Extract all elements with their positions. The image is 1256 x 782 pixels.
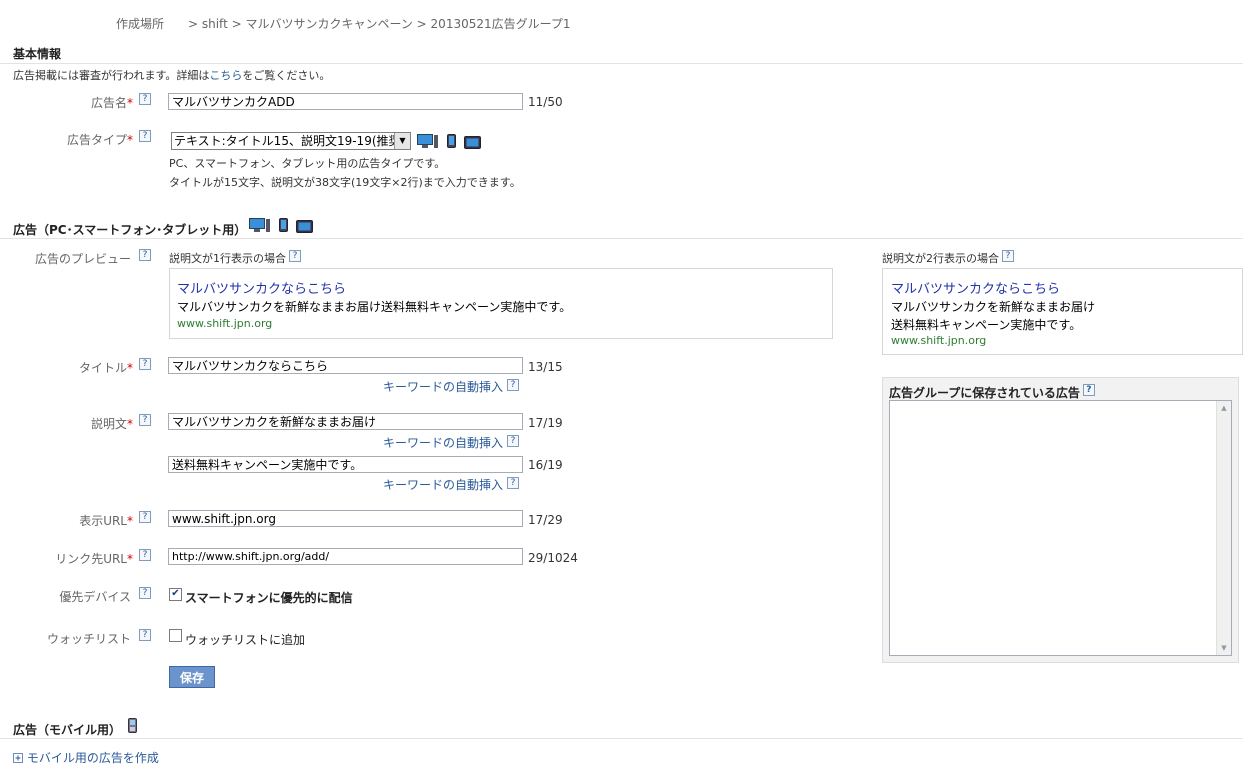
saved-ads-panel: 広告グループに保存されている広告? ▲ ▼	[882, 377, 1239, 663]
scroll-down-icon[interactable]: ▼	[1217, 641, 1231, 655]
description-line2-count: 16/19	[528, 458, 563, 472]
pc-icon	[417, 134, 438, 148]
help-icon[interactable]: ?	[139, 511, 151, 523]
basic-info-title: 基本情報	[13, 47, 62, 61]
smartphone-icon	[279, 218, 288, 232]
ad-name-input[interactable]	[168, 93, 523, 110]
expand-plus-icon[interactable]	[13, 753, 23, 763]
preview-desc-line1: マルバツサンカクを新鮮なままお届け	[891, 300, 1096, 314]
help-icon[interactable]: ?	[139, 414, 151, 426]
priority-device-label: 優先デバイス	[59, 590, 131, 604]
help-icon[interactable]: ?	[139, 358, 151, 370]
pc-icon	[249, 218, 270, 232]
keyword-insert-link[interactable]: キーワードの自動挿入	[383, 378, 503, 395]
keyword-insert-link[interactable]: キーワードの自動挿入	[383, 476, 503, 493]
two-line-preview-label: 説明文が2行表示の場合?	[882, 250, 1014, 266]
tablet-icon	[296, 220, 313, 233]
priority-device-checkbox-label: スマートフォンに優先的に配信	[185, 591, 353, 605]
preview-desc-line2: 送料無料キャンペーン実施中です。	[891, 318, 1082, 332]
ad-type-label: 広告タイプ*	[66, 133, 133, 147]
saved-ads-title: 広告グループに保存されている広告?	[889, 384, 1095, 401]
help-icon[interactable]: ?	[139, 249, 151, 261]
scrollbar[interactable]: ▲ ▼	[1216, 401, 1231, 655]
watchlist-checkbox[interactable]	[169, 629, 182, 642]
help-icon[interactable]: ?	[139, 629, 151, 641]
description-line1-count: 17/19	[528, 416, 563, 430]
create-mobile-ad-row[interactable]: モバイル用の広告を作成	[13, 749, 159, 766]
help-icon[interactable]: ?	[139, 93, 151, 105]
display-url-count: 17/29	[528, 513, 563, 527]
create-mobile-ad-link[interactable]: モバイル用の広告を作成	[27, 751, 159, 765]
title-count: 13/15	[528, 360, 563, 374]
review-notice: 広告掲載には審査が行われます。詳細はこちらをご覧ください。	[13, 69, 331, 82]
preview-title: マルバツサンカクならこちら	[177, 282, 347, 297]
watchlist-checkbox-label: ウォッチリストに追加	[185, 633, 306, 647]
priority-device-checkbox[interactable]: ✔	[169, 588, 182, 601]
help-icon[interactable]: ?	[507, 477, 519, 489]
breadcrumb: > shift > マルバツサンカクキャンペーン > 20130521広告グルー…	[188, 17, 571, 31]
section-mobile-title: 広告（モバイル用）	[13, 723, 122, 737]
title-label: タイトル*	[78, 361, 133, 375]
one-line-preview-label: 説明文が1行表示の場合?	[169, 250, 301, 266]
divider	[0, 738, 1243, 739]
ad-type-desc: タイトルが15文字、説明文が38文字(19文字×2行)まで入力できます。	[169, 176, 521, 189]
scroll-up-icon[interactable]: ▲	[1217, 401, 1231, 415]
help-icon[interactable]: ?	[507, 379, 519, 391]
details-link[interactable]: こちら	[209, 69, 242, 82]
chevron-down-icon: ▼	[394, 133, 410, 149]
help-icon[interactable]: ?	[289, 250, 301, 262]
description-label: 説明文*	[90, 417, 133, 431]
tablet-icon	[464, 136, 481, 149]
mobile-phone-icon	[128, 718, 137, 733]
preview-desc: マルバツサンカクを新鮮なままお届け送料無料キャンペーン実施中です。	[177, 300, 572, 314]
divider	[0, 238, 1243, 239]
preview-label: 広告のプレビュー	[34, 252, 131, 266]
display-url-label: 表示URL*	[79, 514, 133, 528]
ad-name-count: 11/50	[528, 95, 563, 109]
display-url-input[interactable]	[168, 510, 523, 527]
description-line2-input[interactable]	[168, 456, 523, 473]
save-button[interactable]: 保存	[169, 666, 215, 688]
watchlist-label: ウォッチリスト	[46, 632, 131, 646]
saved-ads-list[interactable]: ▲ ▼	[889, 400, 1232, 656]
help-icon[interactable]: ?	[1082, 384, 1095, 396]
help-icon[interactable]: ?	[139, 549, 151, 561]
help-icon[interactable]: ?	[139, 130, 151, 142]
ad-name-label: 広告名*	[90, 96, 133, 110]
title-input[interactable]	[168, 357, 523, 374]
description-line1-input[interactable]	[168, 413, 523, 430]
keyword-insert-link[interactable]: キーワードの自動挿入	[383, 434, 503, 451]
divider	[0, 63, 1243, 64]
preview-url: www.shift.jpn.org	[891, 334, 987, 347]
help-icon[interactable]: ?	[507, 435, 519, 447]
smartphone-icon	[447, 134, 456, 148]
section-pc-title: 広告（PC･スマートフォン･タブレット用）	[13, 223, 247, 237]
preview-url: www.shift.jpn.org	[177, 317, 273, 330]
link-url-label: リンク先URL*	[55, 552, 133, 566]
preview-one-line: マルバツサンカクならこちら マルバツサンカクを新鮮なままお届け送料無料キャンペー…	[169, 268, 833, 339]
ad-type-desc: PC、スマートフォン、タブレット用の広告タイプです。	[169, 157, 446, 170]
link-url-count: 29/1024	[528, 551, 578, 565]
preview-title: マルバツサンカクならこちら	[891, 282, 1061, 297]
help-icon[interactable]: ?	[139, 587, 151, 599]
link-url-input[interactable]	[168, 548, 523, 565]
ad-type-select[interactable]: テキスト:タイトル15、説明文19-19(推奨) ▼	[171, 132, 411, 150]
preview-two-line: マルバツサンカクならこちら マルバツサンカクを新鮮なままお届け 送料無料キャンペ…	[882, 268, 1243, 355]
breadcrumb-label: 作成場所	[116, 17, 165, 31]
help-icon[interactable]: ?	[1002, 250, 1014, 262]
